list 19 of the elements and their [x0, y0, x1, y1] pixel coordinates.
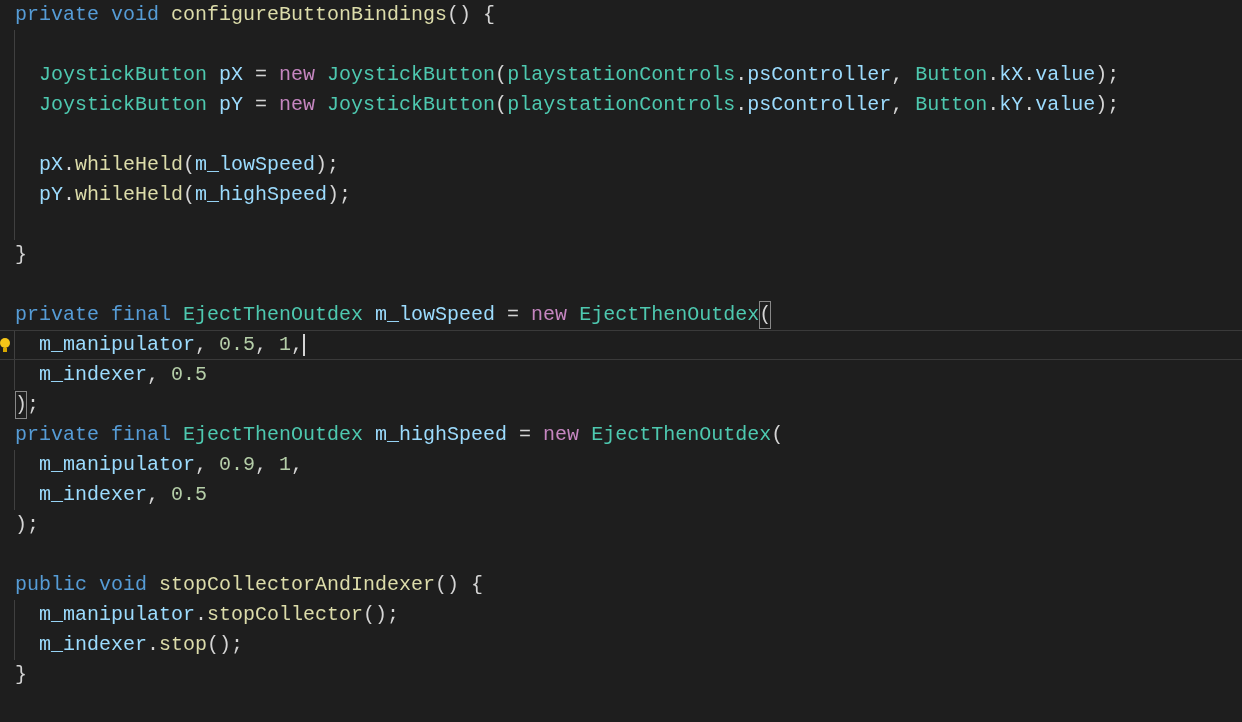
- code-line: public void stopCollectorAndIndexer() {: [15, 572, 485, 598]
- code-line: private final EjectThenOutdex m_lowSpeed = new EjectThenOutdex(: [15, 300, 1242, 330]
- code-line: JoystickButton pX = new JoystickButton(playstationControls.psController, Button.kX.value);: [14, 60, 1242, 90]
- code-line: m_indexer, 0.5: [14, 360, 1242, 390]
- code-line: m_indexer, 0.5: [14, 480, 1242, 510]
- code-line: }: [15, 242, 28, 268]
- code-line: m_manipulator, 0.5, 1,: [14, 331, 1242, 359]
- code-line: private void configureButtonBindings() {: [15, 2, 497, 28]
- code-line: pY.whileHeld(m_highSpeed);: [14, 180, 1242, 210]
- code-line: m_indexer.stop();: [14, 630, 1242, 660]
- code-line: );: [15, 390, 1242, 420]
- code-line: }: [15, 662, 28, 688]
- code-line: );: [15, 512, 40, 538]
- code-line: private final EjectThenOutdex m_highSpeed = new EjectThenOutdex(: [15, 422, 785, 448]
- code-line: pX.whileHeld(m_lowSpeed);: [14, 150, 1242, 180]
- code-line: m_manipulator, 0.9, 1,: [14, 450, 1242, 480]
- code-line: JoystickButton pY = new JoystickButton(playstationControls.psController, Button.kY.value);: [14, 90, 1242, 120]
- lightbulb-icon[interactable]: [0, 337, 10, 353]
- code-line: m_manipulator.stopCollector();: [14, 600, 1242, 630]
